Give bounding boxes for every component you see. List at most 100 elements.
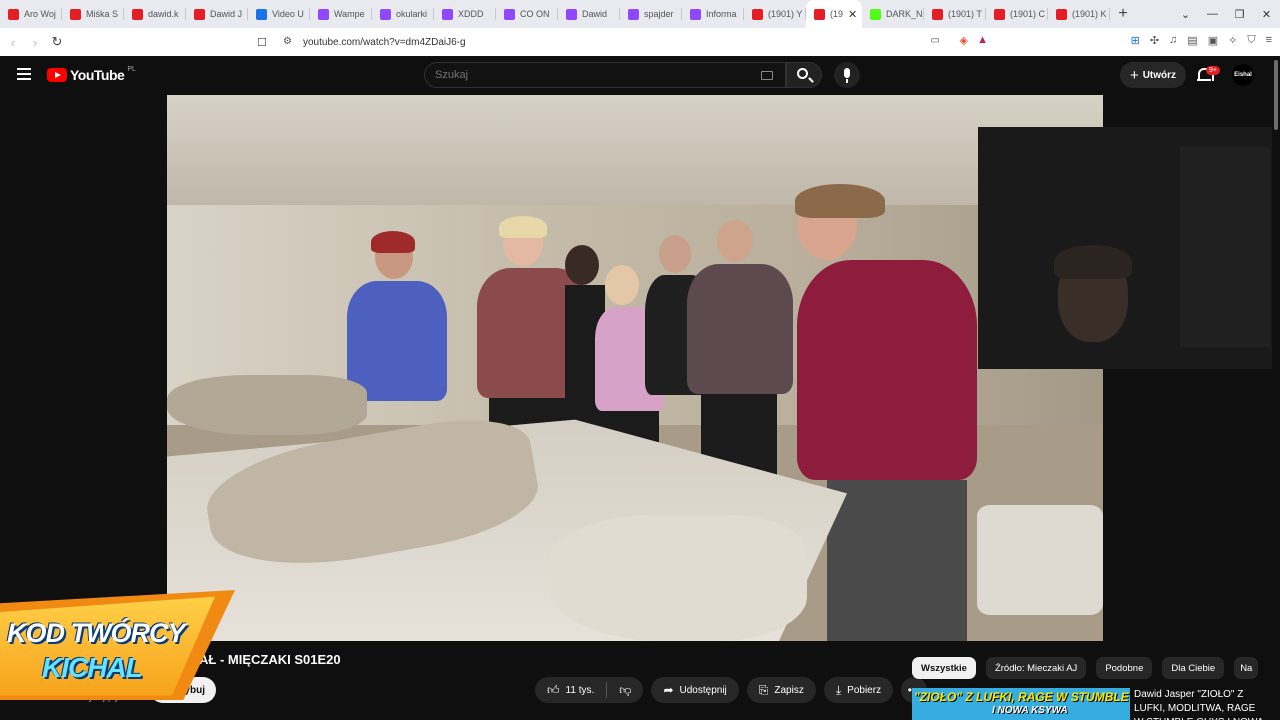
browser-tab[interactable]: Miśka S <box>62 0 124 28</box>
youtube-play-icon <box>47 68 67 82</box>
menu-icon[interactable]: ≡ <box>1266 34 1272 47</box>
create-button[interactable]: + Utwórz <box>1120 62 1186 88</box>
browser-tab-label: spajder <box>644 9 674 19</box>
video-frame-plaster <box>977 505 1103 615</box>
browser-tab[interactable]: Dawid J <box>186 0 248 28</box>
browser-tab[interactable]: Informa <box>682 0 744 28</box>
browser-tab[interactable]: Wampe <box>310 0 372 28</box>
region-label: PL <box>127 65 136 73</box>
tab-search-icon[interactable]: ⌄ <box>1172 8 1199 21</box>
translate-icon[interactable]: ⊞ <box>1131 34 1140 47</box>
browser-tab[interactable]: dawid.k <box>124 0 186 28</box>
brave-shield-icon[interactable]: ◈ <box>960 34 968 47</box>
extensions-bar: ⊞ ✣ ♫ ▤ ▣ ✧ ⛉ ≡ <box>1131 34 1272 47</box>
search-box <box>424 62 786 88</box>
share-button[interactable]: ➦ Udostępnij <box>651 677 739 703</box>
browser-tab-label: (19 <box>830 9 844 19</box>
related-filter-chips: Wszystkie Źródło: Mieczaki AJ Podobne Dla C… <box>912 657 1279 679</box>
video-player[interactable] <box>167 95 1103 641</box>
youtube-icon <box>752 8 763 20</box>
video-frame-ceiling <box>167 95 1103 205</box>
hamburger-menu-icon[interactable] <box>17 68 31 80</box>
media-icon[interactable]: ♫ <box>1169 34 1177 47</box>
browser-tab[interactable]: (1901) T <box>924 0 986 28</box>
youtube-icon <box>132 8 143 20</box>
browser-tab-label: XDDD <box>458 9 484 19</box>
filter-chip[interactable]: Dla Ciebie <box>1162 657 1225 679</box>
search-input[interactable] <box>425 63 745 87</box>
save-button[interactable]: ⎘ Zapisz <box>746 677 816 703</box>
webcam-background <box>1180 147 1270 347</box>
creator-code-label: KOD TWÓRCY <box>7 618 185 648</box>
browser-tab-label: Miśka S <box>86 9 119 19</box>
browser-tab[interactable]: okularki <box>372 0 434 28</box>
filter-chip[interactable]: Wszystkie <box>912 657 976 679</box>
page-scrollbar[interactable] <box>1272 56 1280 720</box>
wallet-icon[interactable]: ▣ <box>1208 34 1218 47</box>
filter-chip[interactable]: Na <box>1234 657 1259 679</box>
filter-chip[interactable]: Podobne <box>1096 657 1153 679</box>
twitch-icon <box>318 8 329 20</box>
search-button[interactable] <box>786 62 822 88</box>
streamer-hair <box>1054 245 1132 279</box>
logo-text: YouTube <box>70 67 125 83</box>
download-label: Pobierz <box>847 684 882 696</box>
browser-tab-label: CO ON <box>520 9 550 19</box>
bookmark-save-icon: ⎘ <box>758 682 769 697</box>
voice-search-icon[interactable] <box>834 62 860 88</box>
browser-tab[interactable]: XDDD <box>434 0 496 28</box>
minimize-button[interactable]: — <box>1199 8 1226 20</box>
browser-tab[interactable]: spajder <box>620 0 682 28</box>
browser-tab[interactable]: (19 ✕ <box>806 0 862 28</box>
new-tab-button[interactable]: + <box>1110 5 1136 23</box>
sidebar-icon[interactable]: ▤ <box>1187 34 1197 47</box>
back-icon[interactable]: ‹ <box>2 35 24 50</box>
like-count: 11 tys. <box>565 684 595 696</box>
share-icon: ➦ <box>663 683 674 697</box>
extension-puzzle-icon[interactable]: ✣ <box>1150 34 1159 47</box>
browser-tab[interactable]: Dawid <box>558 0 620 28</box>
scrollbar-thumb[interactable] <box>1274 60 1278 130</box>
youtube-logo[interactable]: YouTube PL <box>47 65 136 83</box>
notification-badge: 9+ <box>1206 66 1220 75</box>
brave-rewards-icon[interactable]: ▲ <box>977 34 988 46</box>
account-avatar[interactable]: Eishal <box>1232 64 1254 86</box>
download-button[interactable]: ⤓ Pobierz <box>823 677 894 703</box>
browser-tab[interactable]: Aro Woj <box>0 0 62 28</box>
browser-tab-label: (1901) Y <box>768 9 803 19</box>
youtube-icon <box>814 8 825 20</box>
forward-icon[interactable]: › <box>24 35 46 50</box>
address-bar[interactable]: ⚙ youtube.com/watch?v=dm4ZDaiJ6-g ▭ ◈ ▲ <box>275 31 1000 53</box>
reload-icon[interactable]: ↻ <box>46 34 68 50</box>
keyboard-icon[interactable] <box>761 71 773 80</box>
twitch-icon <box>566 8 577 20</box>
recommendation-thumbnail[interactable]: "ZIOŁO" Z LUFKI, RAGE W STUMBLE GUYS I N… <box>912 688 1130 720</box>
filter-chip[interactable]: Źródło: Mieczaki AJ <box>985 657 1087 679</box>
browser-tab[interactable]: CO ON <box>496 0 558 28</box>
browser-tab[interactable]: (1901) K <box>1048 0 1110 28</box>
url-text: youtube.com/watch?v=dm4ZDaiJ6-g <box>303 36 466 48</box>
restore-button[interactable]: ❐ <box>1226 8 1253 21</box>
thumbs-up-icon: 👍︎ <box>547 682 560 697</box>
close-tab-icon[interactable]: ✕ <box>848 8 857 21</box>
dislike-button[interactable]: 👎︎ <box>607 677 643 703</box>
twitch-icon <box>628 8 639 20</box>
like-button[interactable]: 👍︎ 11 tys. <box>535 677 606 703</box>
youtube-icon <box>8 8 19 20</box>
browser-tab[interactable]: DARK_N <box>862 0 924 28</box>
bookmark-icon[interactable]: ☐ <box>251 36 273 49</box>
browser-tab-label: (1901) T <box>948 9 982 19</box>
leo-icon[interactable]: ✧ <box>1228 34 1237 47</box>
browser-tab[interactable]: (1901) C <box>986 0 1048 28</box>
youtube-icon <box>70 8 81 20</box>
site-info-icon[interactable]: ⚙ <box>283 36 292 47</box>
video-frame-plaster <box>167 375 367 435</box>
youtube-icon <box>1056 8 1067 20</box>
vpn-icon[interactable]: ⛉ <box>1247 34 1255 47</box>
browser-tab[interactable]: Video U <box>248 0 310 28</box>
close-window-button[interactable]: ✕ <box>1253 8 1280 21</box>
cast-icon[interactable]: ▭ <box>931 35 940 46</box>
download-icon: ⤓ <box>835 682 842 697</box>
browser-tab[interactable]: (1901) Y <box>744 0 806 28</box>
recommendation-title[interactable]: Dawid Jasper "ZIOŁO" Z LUFKI, MODLITWA, … <box>1134 688 1264 720</box>
